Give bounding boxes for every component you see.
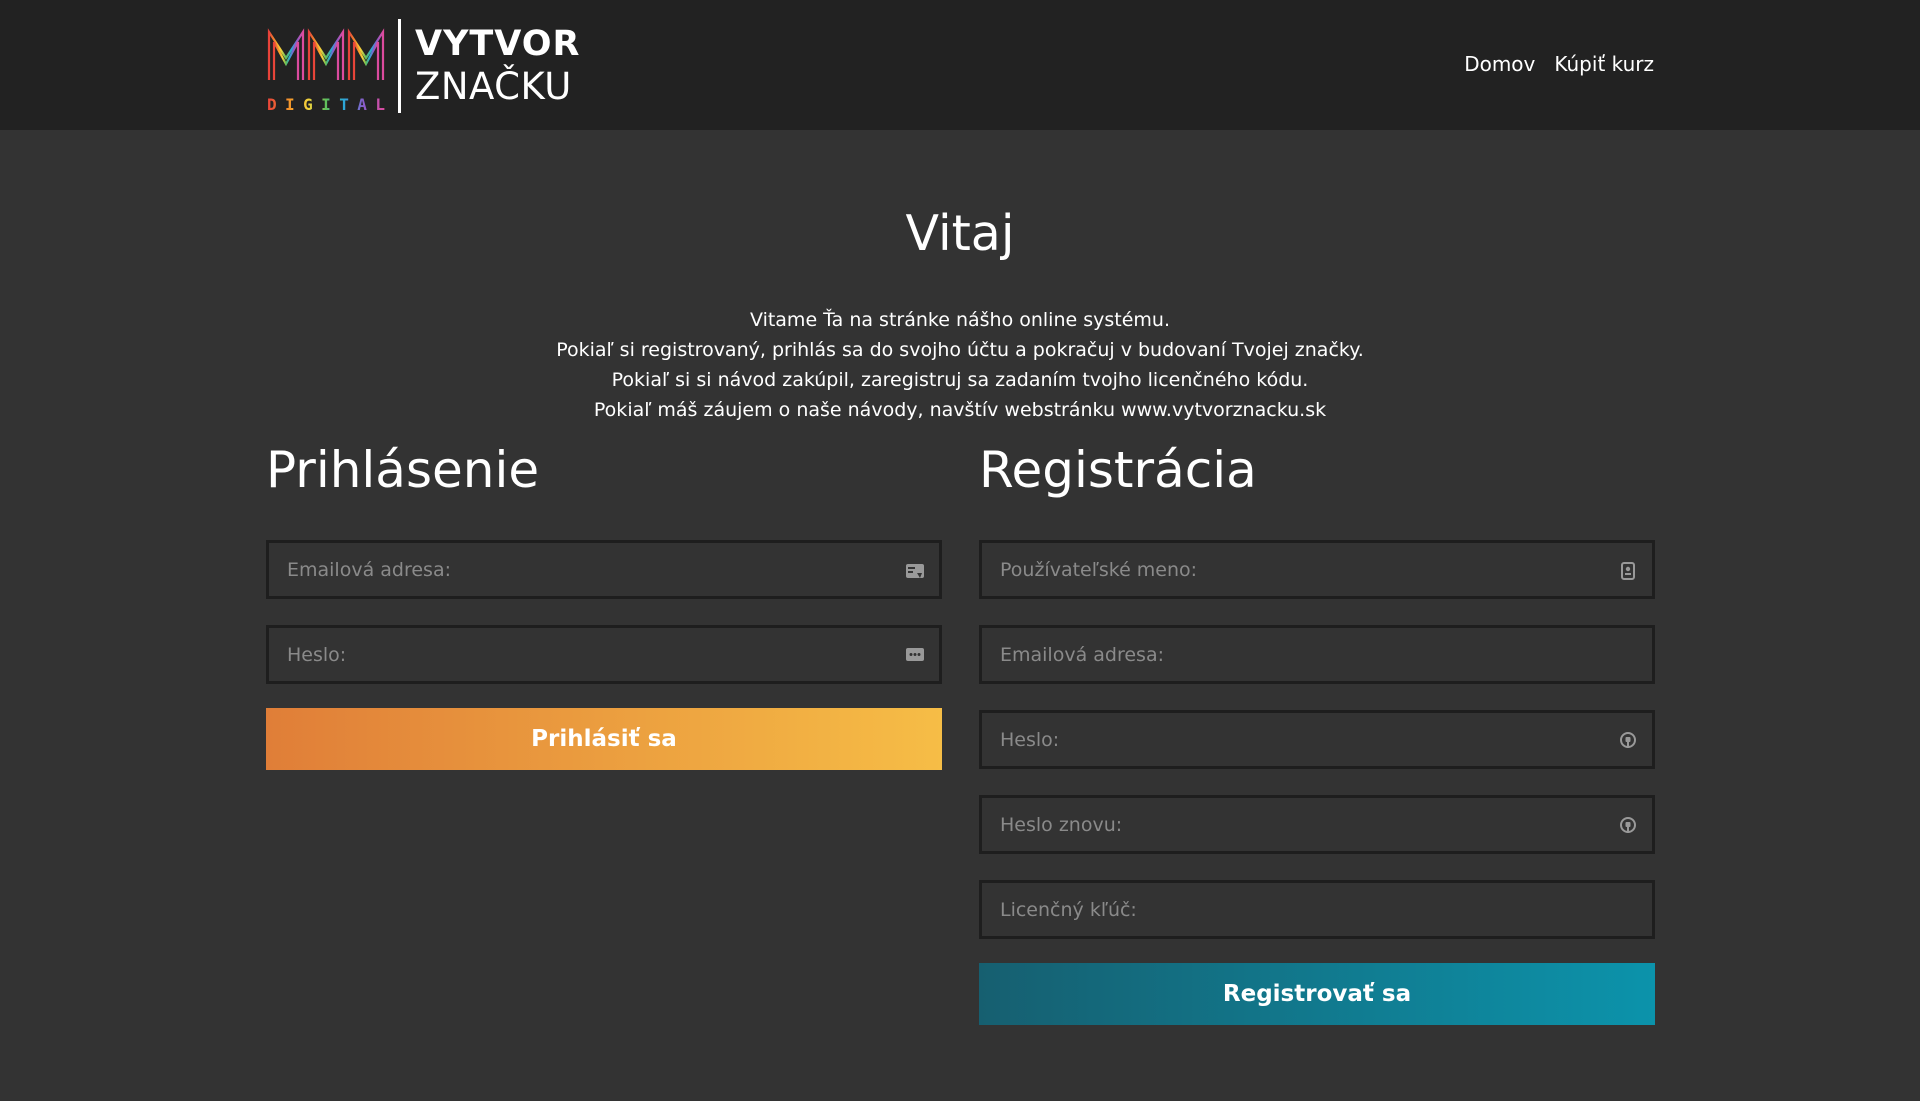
nav-link-home[interactable]: Domov — [1464, 52, 1535, 76]
id-card-icon — [906, 564, 924, 578]
site-logo[interactable]: DIGITAL VYTVOR ZNAČKU — [266, 18, 580, 114]
login-password-field-wrapper — [266, 625, 942, 684]
register-password-input[interactable] — [982, 713, 1652, 766]
register-email-input[interactable] — [982, 628, 1652, 681]
register-password-again-input[interactable] — [982, 798, 1652, 851]
login-title: Prihlásenie — [266, 441, 540, 499]
intro-line: Pokiaľ si registrovaný, prihlás sa do sv… — [556, 339, 1364, 361]
login-button[interactable]: Prihlásiť sa — [266, 708, 942, 770]
register-password-field-wrapper — [979, 710, 1655, 769]
register-license-field-wrapper — [979, 880, 1655, 939]
intro-line: Vitame Ťa na stránke nášho online systém… — [749, 309, 1170, 331]
register-button[interactable]: Registrovať sa — [979, 963, 1655, 1025]
register-username-input[interactable] — [982, 543, 1652, 596]
login-password-input[interactable] — [269, 628, 939, 681]
site-header: DIGITAL VYTVOR ZNAČKU Domov Kúpiť kurz — [0, 0, 1920, 130]
register-password-again-field-wrapper — [979, 795, 1655, 854]
user-badge-icon — [1621, 562, 1635, 580]
lock-icon — [1620, 732, 1636, 748]
register-form: Registrácia Registrovať sa — [979, 440, 1655, 1025]
main-nav: Domov Kúpiť kurz — [1464, 52, 1654, 76]
page-title: Vitaj — [905, 205, 1015, 262]
lock-icon — [1620, 817, 1636, 833]
logo-divider — [398, 19, 401, 113]
intro-line: Pokiaľ máš záujem o naše návody, navštív… — [593, 399, 1327, 421]
logo-wordmark: VYTVOR ZNAČKU — [415, 24, 581, 108]
login-form: Prihlásenie Prihlásiť sa — [266, 440, 942, 770]
logo-line-vytvor: VYTVOR — [415, 24, 581, 64]
intro-line: Pokiaľ si si návod zakúpil, zaregistruj … — [611, 369, 1309, 391]
password-dots-icon — [906, 648, 924, 661]
login-email-field-wrapper — [266, 540, 942, 599]
nav-link-buy-course[interactable]: Kúpiť kurz — [1554, 52, 1654, 76]
logo-subtext: DIGITAL — [267, 95, 385, 114]
logo-line-znacku: ZNAČKU — [415, 65, 572, 108]
mmm-digital-logo-icon: DIGITAL — [267, 28, 385, 114]
register-email-field-wrapper — [979, 625, 1655, 684]
register-username-field-wrapper — [979, 540, 1655, 599]
intro-text: Vitame Ťa na stránke nášho online systém… — [0, 305, 1920, 425]
register-license-input[interactable] — [982, 883, 1652, 936]
login-email-input[interactable] — [269, 543, 939, 596]
register-title: Registrácia — [979, 441, 1257, 499]
